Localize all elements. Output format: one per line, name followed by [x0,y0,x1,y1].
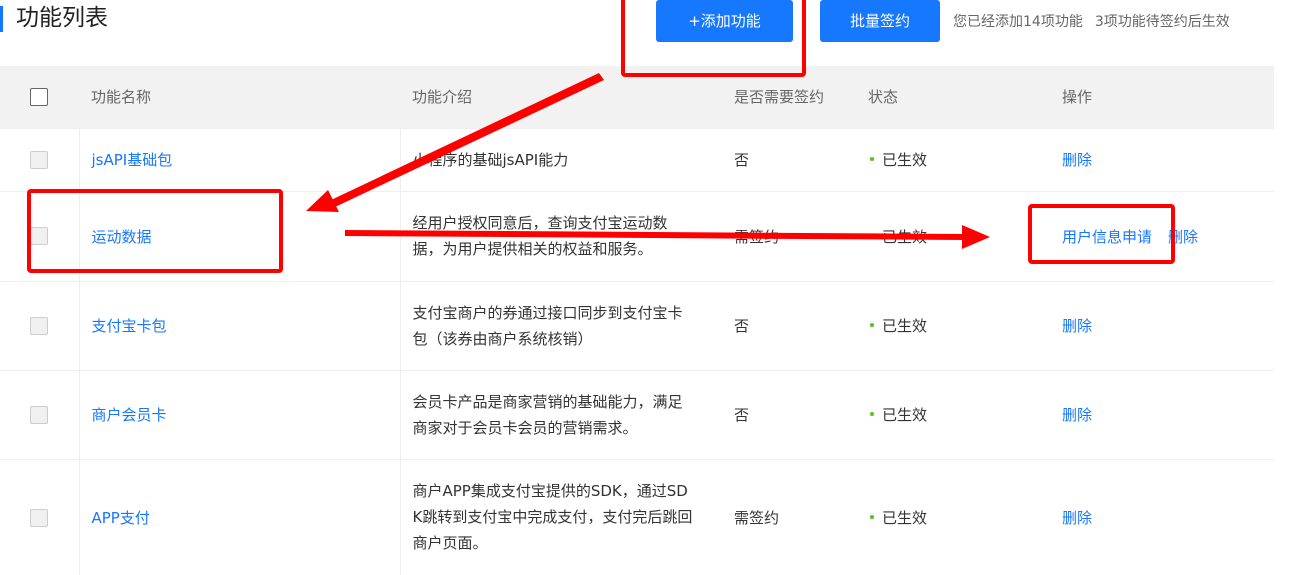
status-text: 已生效 [882,406,928,424]
row-select-cell [0,281,79,370]
table-row: 支付宝卡包 支付宝商户的券通过接口同步到支付宝卡 包（该券由商户系统核销） 否 … [0,281,1274,370]
actions-cell: 删除 [1050,370,1274,459]
actions-cell: 用户信息申请 删除 [1050,191,1274,281]
actions-cell: 删除 [1050,459,1274,575]
summary-text: 您已经添加14项功能 3项功能待签约后生效 [953,11,1230,31]
row-checkbox[interactable] [30,227,48,246]
user-info-apply-link[interactable]: 用户信息申请 [1062,228,1152,246]
column-header-name: 功能名称 [91,88,152,107]
delete-link[interactable]: 删除 [1062,509,1092,527]
sign-cell: 需签约 [734,508,780,527]
sign-cell: 否 [734,151,750,169]
actions-cell: 删除 [1050,281,1274,370]
status-text: 已生效 [882,227,928,246]
status-dot-icon [870,233,874,238]
status-cell: 已生效 [856,191,1050,281]
status-cell: 已生效 [856,370,1050,459]
table-row: APP支付 商户APP集成支付宝提供的SDK，通过SD K跳转到支付宝中完成支付… [0,459,1274,575]
name-cell: 商户会员卡 [78,370,400,459]
feature-name-link[interactable]: 运动数据 [92,228,152,246]
batch-sign-button[interactable]: 批量签约 [820,0,940,42]
desc-cell: 小程序的基础jsAPI能力 [399,128,722,191]
sign-cell: 需签约 [734,227,780,246]
status-text: 已生效 [882,508,928,527]
desc-line: 包（该券由商户系统核销） [412,329,593,348]
column-header-status: 状态 [868,88,899,107]
name-cell: jsAPI基础包 [78,128,400,191]
table-row: 商户会员卡 会员卡产品是商家营销的基础能力，满足 商家对于会员卡会员的营销需求。… [0,370,1274,459]
status-cell: 已生效 [856,281,1050,370]
select-all-checkbox[interactable] [30,88,48,106]
row-checkbox[interactable] [30,150,48,169]
desc-cell: 支付宝商户的券通过接口同步到支付宝卡 包（该券由商户系统核销） [399,281,722,370]
desc-cell: 会员卡产品是商家营销的基础能力，满足 商家对于会员卡会员的营销需求。 [399,370,722,459]
desc-line: 商家对于会员卡会员的营销需求。 [412,418,638,437]
summary-pending: 3项功能待签约后生效 [1094,14,1230,30]
desc-line: 据，为用户提供相关的权益和服务。 [412,240,653,258]
title-accent-bar [0,6,3,32]
desc-cell: 商户APP集成支付宝提供的SDK，通过SD K跳转到支付宝中完成支付，支付完后跳… [399,459,722,575]
status-text: 已生效 [882,317,928,335]
page-title: 功能列表 [16,5,108,31]
status-cell: 已生效 [856,459,1050,575]
desc-line: 商户APP集成支付宝提供的SDK，通过SD [412,482,688,501]
row-select-cell [0,459,79,575]
row-checkbox[interactable] [30,316,48,335]
feature-name-link[interactable]: 支付宝卡包 [92,317,167,335]
desc-line: 支付宝商户的券通过接口同步到支付宝卡 [412,303,683,322]
row-select-cell [0,128,79,191]
column-header-actions: 操作 [1062,88,1093,107]
desc-line: 商户页面。 [412,534,488,553]
name-cell: 支付宝卡包 [78,281,400,370]
status-dot-icon [870,412,874,416]
delete-link[interactable]: 删除 [1062,151,1092,169]
status-dot-icon [870,323,874,327]
actions-cell: 删除 [1050,128,1274,191]
row-checkbox[interactable] [30,405,48,424]
row-checkbox[interactable] [30,508,48,527]
status-cell: 已生效 [856,128,1050,191]
delete-link[interactable]: 删除 [1062,406,1092,424]
feature-name-link[interactable]: APP支付 [92,509,150,527]
status-dot-icon [870,157,874,161]
desc-line: 小程序的基础jsAPI能力 [412,150,569,169]
status-text: 已生效 [882,151,928,169]
delete-link[interactable]: 删除 [1168,228,1198,246]
feature-name-link[interactable]: jsAPI基础包 [92,151,173,169]
column-header-sign: 是否需要签约 [734,88,825,107]
desc-cell: 经用户授权同意后，查询支付宝运动数 据，为用户提供相关的权益和服务。 [399,191,722,281]
desc-line: K跳转到支付宝中完成支付，支付完后跳回 [412,508,693,527]
desc-line: 会员卡产品是商家营销的基础能力，满足 [412,392,683,411]
name-cell: APP支付 [78,459,400,575]
delete-link[interactable]: 删除 [1062,317,1092,335]
feature-table: 功能名称 功能介绍 是否需要签约 状态 操作 jsAPI基础包 小程序的基础js… [0,66,1274,575]
column-header-desc: 功能介绍 [412,88,473,107]
table-row: jsAPI基础包 小程序的基础jsAPI能力 否 已生效 删除 [0,128,1274,191]
sign-cell: 否 [734,406,750,424]
row-select-cell [0,370,79,459]
name-cell: 运动数据 [78,191,400,281]
row-select-cell [0,191,79,281]
desc-line: 经用户授权同意后，查询支付宝运动数 [412,214,668,232]
feature-name-link[interactable]: 商户会员卡 [92,406,167,424]
status-dot-icon [870,514,874,519]
header-select-cell [0,66,79,128]
summary-added: 您已经添加14项功能 [953,14,1083,30]
sign-cell: 否 [734,317,750,335]
table-row: 运动数据 经用户授权同意后，查询支付宝运动数 据，为用户提供相关的权益和服务。 … [0,191,1274,281]
add-feature-button[interactable]: +添加功能 [656,0,793,42]
table-header-row: 功能名称 功能介绍 是否需要签约 状态 操作 [0,66,1274,128]
